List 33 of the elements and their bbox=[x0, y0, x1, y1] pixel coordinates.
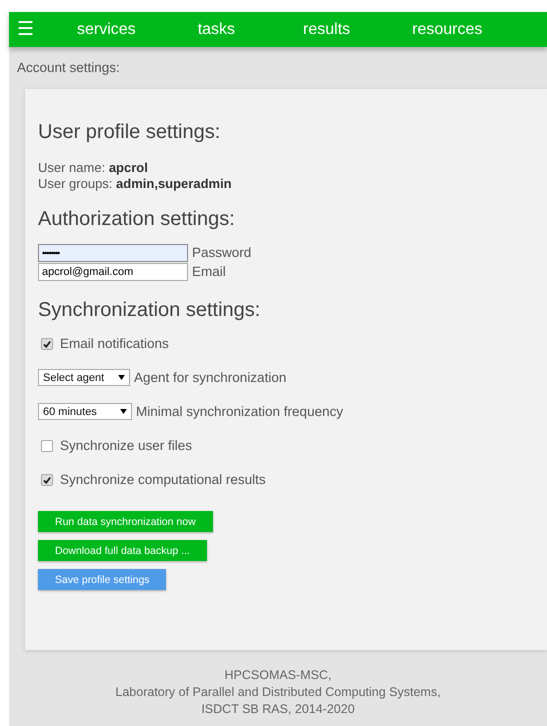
dropdown[interactable]: Select agent bbox=[38, 369, 130, 386]
action-button[interactable]: Run data synchronization now bbox=[38, 511, 213, 532]
info-line: User name: apcrol bbox=[38, 160, 149, 176]
password-field[interactable]: •••••••• bbox=[38, 244, 188, 262]
nav-link[interactable]: tasks bbox=[198, 20, 236, 38]
checkbox-label: Email notifications bbox=[60, 336, 169, 351]
checkbox-label: Synchronize computational results bbox=[60, 472, 266, 487]
checkbox[interactable] bbox=[41, 338, 53, 350]
footer-text: ISDCT SB RAS, 2014-2020 bbox=[201, 701, 355, 718]
menu-icon[interactable]: ☰ bbox=[17, 20, 39, 39]
dropdown-arrow-icon bbox=[120, 409, 127, 414]
action-button[interactable]: Save profile settings bbox=[38, 569, 166, 590]
dropdown[interactable]: 60 minutes bbox=[38, 403, 132, 420]
nav-link[interactable]: services bbox=[77, 20, 136, 38]
nav-link[interactable]: resources bbox=[412, 20, 482, 38]
section-heading: Synchronization settings: bbox=[38, 299, 262, 322]
info-line: User groups: admin,superadmin bbox=[38, 176, 233, 192]
footer-text: Laboratory of Parallel and Distributed Computing Systems, bbox=[115, 684, 441, 701]
section-heading: User profile settings: bbox=[38, 121, 222, 144]
footer-text: HPCSOMAS-MSC, bbox=[224, 667, 332, 684]
field-label: Email bbox=[192, 264, 226, 279]
page-title: Account settings: bbox=[17, 60, 120, 75]
dropdown-arrow-icon bbox=[118, 375, 125, 380]
nav-link[interactable]: results bbox=[303, 20, 350, 38]
checkbox-label: Synchronize user files bbox=[60, 438, 192, 453]
section-heading: Authorization settings: bbox=[38, 208, 236, 231]
dropdown-label: Minimal synchronization frequency bbox=[136, 404, 344, 419]
email-field[interactable]: apcrol@gmail.com bbox=[38, 262, 188, 280]
field-label: Password bbox=[192, 245, 252, 260]
checkbox[interactable] bbox=[41, 474, 53, 486]
checkbox[interactable] bbox=[41, 440, 53, 452]
action-button[interactable]: Download full data backup ... bbox=[38, 540, 207, 561]
dropdown-label: Agent for synchronization bbox=[134, 370, 286, 385]
